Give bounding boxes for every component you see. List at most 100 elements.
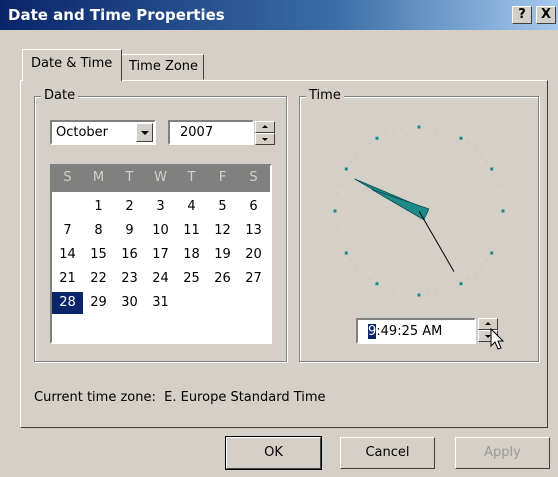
calendar-day[interactable]: 17: [145, 244, 176, 266]
calendar-day-selected[interactable]: 28: [52, 292, 83, 314]
calendar-day[interactable]: 10: [145, 220, 176, 242]
date-group-label: Date: [41, 88, 79, 103]
minute-mark: [400, 127, 403, 130]
minute-mark: [474, 272, 477, 275]
minute-mark: [494, 244, 497, 247]
tab-date-time[interactable]: Date & Time: [22, 49, 122, 81]
weekday-header: W: [154, 170, 167, 185]
calendar-day[interactable]: 14: [52, 244, 83, 266]
minute-mark: [392, 130, 395, 133]
cancel-button[interactable]: Cancel: [340, 437, 435, 469]
calendar-day[interactable]: 13: [238, 220, 269, 242]
calendar-header: SMTWTFS: [52, 166, 270, 192]
calendar-day[interactable]: 29: [83, 292, 114, 314]
minute-mark: [335, 192, 338, 195]
calendar-day[interactable]: 16: [114, 244, 145, 266]
month-dropdown[interactable]: October: [50, 120, 156, 145]
calendar-day[interactable]: 3: [145, 196, 176, 218]
calendar-day[interactable]: 20: [238, 244, 269, 266]
hour-mark: [344, 251, 348, 255]
minute-mark: [500, 227, 503, 230]
minute-mark: [338, 184, 341, 187]
year-up-arrow-icon[interactable]: [255, 121, 275, 133]
year-spinner[interactable]: [255, 121, 275, 145]
hour-mark: [333, 209, 337, 213]
weekday-header: S: [63, 170, 72, 185]
minute-mark: [383, 286, 386, 289]
apply-button[interactable]: Apply: [455, 437, 550, 469]
minute-mark: [334, 201, 337, 204]
minute-mark: [350, 259, 353, 262]
time-field[interactable]: 9:49:25 AM: [356, 318, 476, 344]
calendar-day[interactable]: 26: [207, 268, 238, 290]
minute-mark: [467, 277, 470, 280]
calendar-day[interactable]: 4: [176, 196, 207, 218]
help-button[interactable]: ?: [512, 6, 532, 24]
time-zone-label: Current time zone:: [34, 390, 156, 405]
hour-mark: [459, 136, 463, 140]
weekday-header: M: [92, 170, 105, 185]
calendar-day[interactable]: 1: [83, 196, 114, 218]
minute-mark: [435, 292, 438, 295]
minute-mark: [452, 286, 455, 289]
calendar-day[interactable]: 21: [52, 268, 83, 290]
hour-mark: [344, 167, 348, 171]
current-time-zone: Current time zone: E. Europe Standard Ti…: [34, 390, 326, 405]
calendar-day[interactable]: 12: [207, 220, 238, 242]
calendar-day[interactable]: 7: [52, 220, 83, 242]
hour-hand: [371, 189, 430, 221]
calendar-day[interactable]: 9: [114, 220, 145, 242]
calendar-day[interactable]: 6: [238, 196, 269, 218]
hour-mark: [375, 282, 379, 286]
title-bar[interactable]: Date and Time Properties ? X: [0, 0, 558, 30]
minute-mark: [443, 130, 446, 133]
hour-mark: [490, 251, 494, 255]
hour-mark: [490, 167, 494, 171]
window-title: Date and Time Properties: [8, 6, 225, 24]
calendar-day[interactable]: 8: [83, 220, 114, 242]
weekday-header: S: [249, 170, 258, 185]
minute-mark: [400, 292, 403, 295]
calendar-day[interactable]: 18: [176, 244, 207, 266]
calendar-day[interactable]: 19: [207, 244, 238, 266]
time-group-label: Time: [306, 88, 344, 103]
minute-mark: [426, 126, 429, 129]
calendar-day[interactable]: 15: [83, 244, 114, 266]
calendar-day[interactable]: 25: [176, 268, 207, 290]
calendar-day[interactable]: 30: [114, 292, 145, 314]
minute-mark: [368, 142, 371, 145]
minute-mark: [341, 244, 344, 247]
minute-mark: [467, 142, 470, 145]
minute-mark: [494, 175, 497, 178]
calendar-day[interactable]: 11: [176, 220, 207, 242]
calendar-day[interactable]: 2: [114, 196, 145, 218]
calendar-day[interactable]: 23: [114, 268, 145, 290]
calendar-day[interactable]: 31: [145, 292, 176, 314]
minute-mark: [497, 235, 500, 238]
minute-mark: [485, 259, 488, 262]
minute-mark: [334, 218, 337, 221]
calendar-day[interactable]: 27: [238, 268, 269, 290]
year-down-arrow-icon[interactable]: [255, 133, 275, 145]
minute-mark: [497, 184, 500, 187]
hour-mark: [375, 136, 379, 140]
close-button[interactable]: X: [536, 6, 556, 24]
ok-button[interactable]: OK: [225, 436, 322, 470]
minute-mark: [426, 293, 429, 296]
minute-mark: [335, 227, 338, 230]
minute-mark: [392, 289, 395, 292]
hour-mark: [459, 282, 463, 286]
minute-mark: [368, 277, 371, 280]
calendar-day[interactable]: 5: [207, 196, 238, 218]
chevron-down-icon[interactable]: [136, 123, 153, 142]
calendar-day[interactable]: 22: [83, 268, 114, 290]
dialog-window: Date and Time Properties ? X Date & Time…: [0, 0, 558, 477]
tab-time-zone[interactable]: Time Zone: [120, 54, 204, 80]
analog-clock: [333, 125, 505, 297]
calendar-day[interactable]: 24: [145, 268, 176, 290]
weekday-header: F: [218, 170, 227, 185]
year-field[interactable]: 2007: [168, 120, 254, 145]
minute-mark: [409, 293, 412, 296]
tab-time-zone-label: Time Zone: [129, 59, 199, 74]
minute-mark: [480, 153, 483, 156]
